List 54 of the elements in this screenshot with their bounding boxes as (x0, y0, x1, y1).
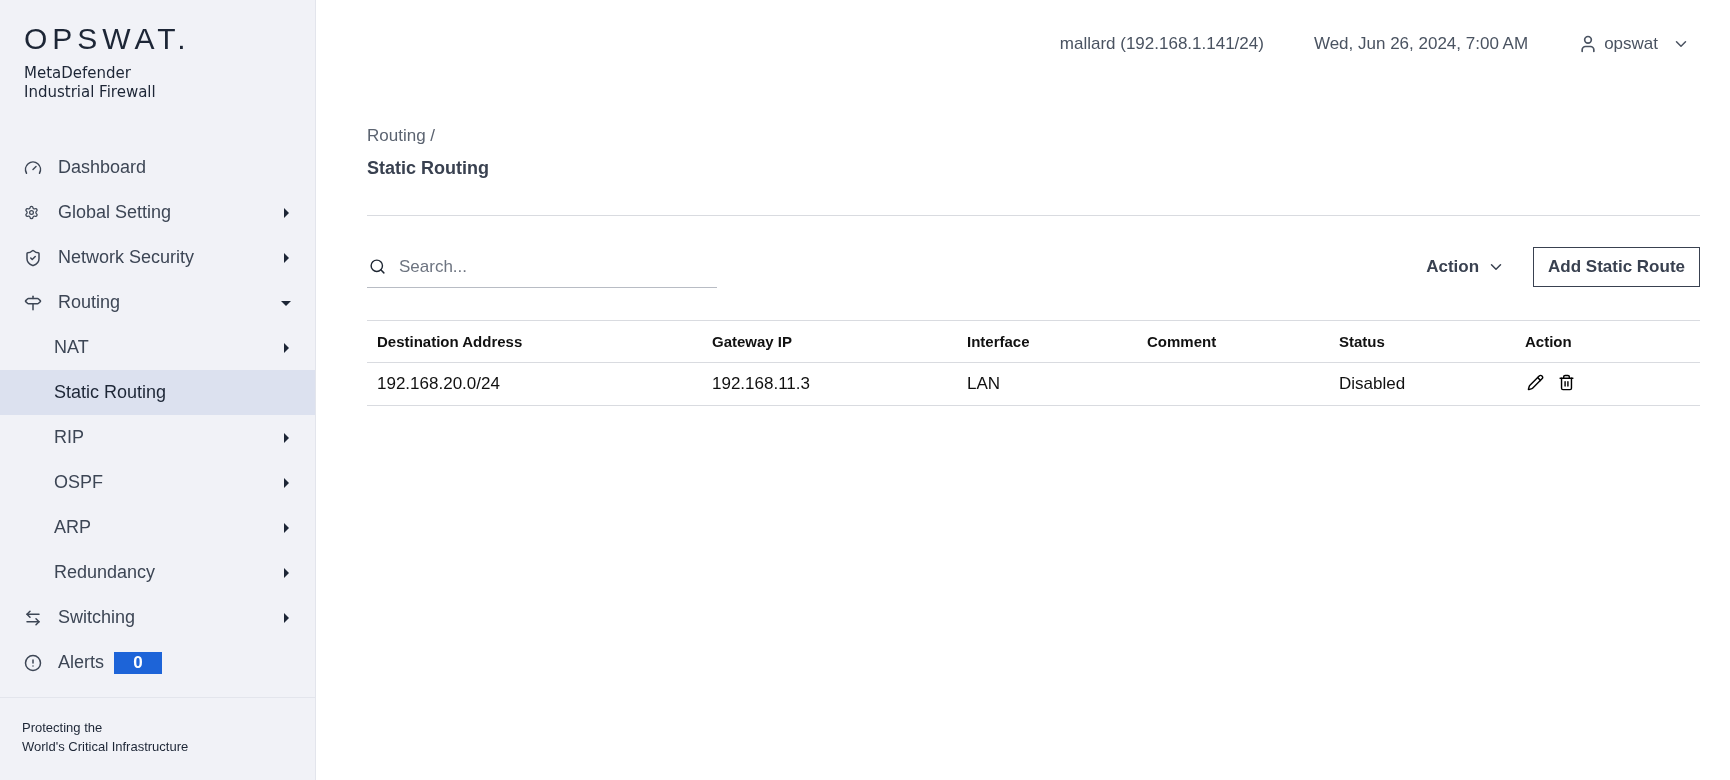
table-cell: 192.168.11.3 (702, 362, 957, 406)
nav-item[interactable]: Redundancy (0, 550, 315, 595)
add-static-route-button[interactable]: Add Static Route (1533, 247, 1700, 287)
count-badge: 0 (114, 651, 162, 674)
caret-icon (281, 207, 291, 218)
column-header: Comment (1137, 320, 1329, 363)
table-cell: Disabled (1329, 362, 1515, 406)
user-menu[interactable]: opswat (1578, 34, 1690, 54)
signpost-icon (24, 293, 42, 312)
tagline: World's Critical Infrastructure (22, 738, 190, 756)
breadcrumb: Routing / (367, 126, 437, 146)
nav-item[interactable]: Network Security (0, 235, 315, 280)
tagline: Protecting the (22, 719, 104, 737)
product-subtitle: Industrial Firewall (24, 83, 156, 102)
product-name: MetaDefender (24, 64, 131, 83)
arrows-icon (24, 608, 42, 627)
table-cell: 192.168.20.0/24 (367, 362, 702, 406)
gauge-icon (24, 158, 42, 177)
host-info: mallard (192.168.1.141/24) (1059, 34, 1264, 54)
column-header: Interface (957, 320, 1137, 363)
nav-item[interactable]: Dashboard (0, 145, 315, 190)
nav-item[interactable]: Alerts 0 (0, 640, 315, 685)
nav-item[interactable]: Routing (0, 280, 315, 325)
gear-icon (24, 205, 39, 220)
column-header: Action (1515, 320, 1700, 363)
table-cell: LAN (957, 362, 1137, 406)
nav-item[interactable]: RIP (0, 415, 315, 460)
caret-icon (281, 522, 291, 533)
column-header: Gateway IP (702, 320, 957, 363)
pencil-icon (1527, 374, 1544, 391)
action-dropdown[interactable]: Action (1420, 256, 1512, 278)
caret-icon (281, 567, 291, 578)
search-icon (369, 258, 386, 275)
shield-icon (24, 248, 42, 267)
nav-item[interactable]: ARP (0, 505, 315, 550)
nav-item[interactable]: NAT (0, 325, 315, 370)
caret-icon (281, 612, 291, 623)
nav-item[interactable]: Global Setting (0, 190, 315, 235)
trash-icon (1558, 374, 1575, 391)
column-header: Status (1329, 320, 1515, 363)
logo: OPSWAT. (24, 22, 191, 56)
column-header: Destination Address (367, 320, 702, 363)
nav-item[interactable]: Static Routing (0, 370, 315, 415)
alert-icon (24, 653, 42, 672)
search-field[interactable]: Search... (367, 246, 717, 288)
caret-icon (281, 477, 291, 488)
nav-item[interactable]: Switching (0, 595, 315, 640)
caret-icon (281, 252, 291, 263)
caret-icon (281, 342, 291, 353)
edit-button[interactable] (1525, 372, 1546, 393)
nav-item[interactable]: OSPF (0, 460, 315, 505)
page-title: Static Routing (367, 158, 1700, 216)
date-time: Wed, Jun 26, 2024, 7:00 AM (1313, 34, 1529, 54)
caret-icon (281, 432, 291, 443)
